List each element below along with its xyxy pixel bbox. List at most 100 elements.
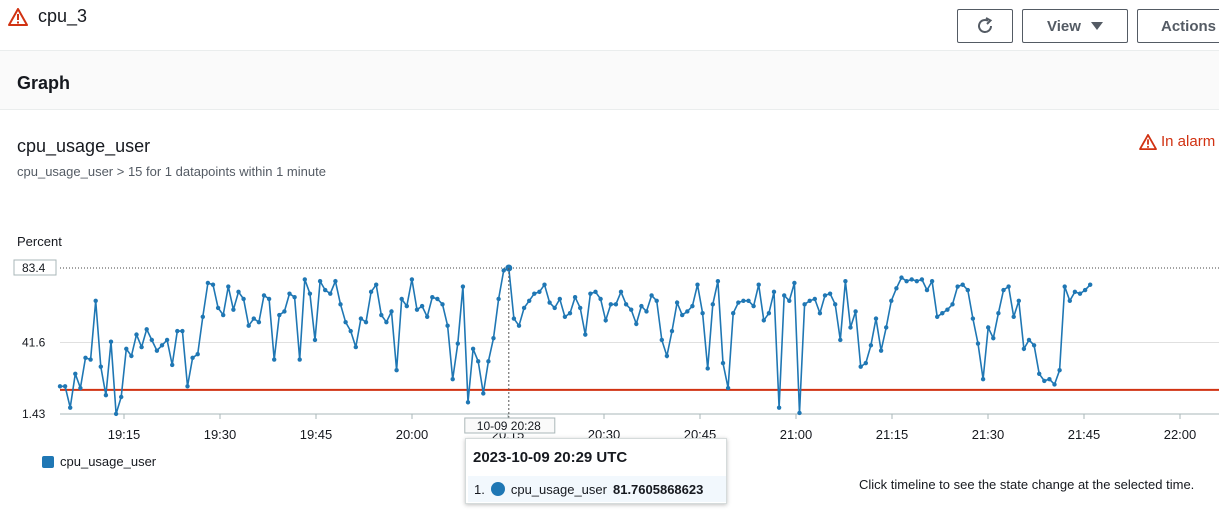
data-point <box>766 311 772 316</box>
data-point <box>817 311 823 316</box>
y-tick-label: 41.6 <box>22 335 46 349</box>
data-point <box>435 296 440 302</box>
x-tick-label: 19:45 <box>300 427 333 442</box>
data-point <box>246 323 251 328</box>
data-point <box>272 357 277 362</box>
data-point <box>302 277 307 282</box>
data-point <box>848 325 853 330</box>
data-point <box>384 319 389 325</box>
data-point <box>323 287 328 293</box>
data-point <box>124 346 129 352</box>
data-point <box>868 343 874 348</box>
view-button[interactable]: View <box>1022 9 1128 43</box>
data-point <box>210 282 216 287</box>
data-point <box>317 278 323 284</box>
top-bar: cpu_3 View Actions <box>0 0 1219 51</box>
data-point <box>618 289 624 295</box>
data-point <box>878 348 884 353</box>
crosshair-label: 10-09 20:28 <box>464 417 556 434</box>
data-point <box>1001 287 1006 293</box>
data-point <box>782 293 787 298</box>
data-point <box>746 298 751 303</box>
refresh-icon <box>978 17 993 33</box>
data-point <box>226 284 231 289</box>
data-point <box>103 392 109 398</box>
data-point <box>787 298 792 303</box>
data-point <box>583 332 588 337</box>
data-point <box>965 287 970 293</box>
data-point <box>807 298 812 303</box>
data-point <box>598 296 603 302</box>
data-point <box>1077 291 1083 296</box>
data-point <box>1057 368 1062 373</box>
data-point <box>297 357 302 362</box>
data-point <box>282 309 287 314</box>
data-point <box>1037 371 1042 376</box>
data-point <box>195 352 200 357</box>
data-point <box>149 337 154 343</box>
data-point <box>690 303 695 309</box>
legend[interactable]: cpu_usage_user <box>42 454 156 469</box>
data-point <box>1052 382 1057 387</box>
data-point <box>470 346 476 352</box>
data-point <box>980 376 986 382</box>
data-point <box>465 400 471 405</box>
data-point <box>996 311 1001 316</box>
data-point <box>838 337 843 343</box>
data-point <box>827 291 833 296</box>
data-tooltip: 2023-10-09 20:29 UTC 1. cpu_usage_user 8… <box>465 438 727 504</box>
data-point <box>634 321 639 327</box>
data-point <box>175 328 180 334</box>
data-point <box>567 311 573 316</box>
data-point <box>654 298 659 303</box>
actions-label: Actions <box>1161 17 1217 35</box>
data-point <box>491 335 496 341</box>
data-point <box>1082 287 1088 293</box>
data-point <box>511 316 517 321</box>
data-point <box>914 278 919 284</box>
metric-chart[interactable]: 1.4341.683.4 19:15 19:30 19:45 20:00 20:15 20… <box>0 250 1219 450</box>
y-tick-label: 83.4 <box>22 261 46 275</box>
data-point <box>873 316 879 321</box>
refresh-button[interactable] <box>957 9 1013 43</box>
data-point <box>343 319 348 325</box>
data-point <box>603 318 608 323</box>
data-point <box>863 360 868 366</box>
data-point <box>292 295 297 300</box>
data-point <box>399 296 404 302</box>
data-point <box>572 295 578 300</box>
data-point <box>578 305 583 311</box>
data-point <box>88 357 93 362</box>
data-point <box>562 314 568 320</box>
data-point <box>445 323 450 328</box>
alarm-condition: cpu_usage_user > 15 for 1 datapoints wit… <box>17 164 326 179</box>
caret-down-icon <box>1090 22 1103 30</box>
data-point <box>649 293 654 298</box>
data-point <box>164 337 170 343</box>
data-point <box>955 284 960 289</box>
data-point <box>756 282 761 287</box>
data-point <box>593 289 598 295</box>
status-label: In alarm <box>1161 133 1216 150</box>
data-point <box>970 316 976 321</box>
data-point <box>725 385 731 391</box>
data-point <box>154 348 160 353</box>
x-tick-label: 21:30 <box>972 427 1005 442</box>
warning-icon <box>1139 133 1157 150</box>
x-tick-label: 21:45 <box>1068 427 1101 442</box>
data-point <box>695 282 700 287</box>
data-point <box>185 384 190 389</box>
data-point <box>394 368 399 373</box>
actions-button[interactable]: Actions <box>1137 9 1219 43</box>
data-point <box>78 385 83 391</box>
data-point <box>501 268 506 273</box>
data-point <box>736 300 741 305</box>
data-point <box>1011 314 1016 320</box>
data-point <box>419 303 425 309</box>
data-point <box>797 410 802 416</box>
data-point <box>720 360 726 366</box>
data-point <box>761 318 766 323</box>
y-axis-unit: Percent <box>17 234 62 249</box>
x-tick-label: 21:00 <box>780 427 813 442</box>
data-point <box>414 307 420 312</box>
